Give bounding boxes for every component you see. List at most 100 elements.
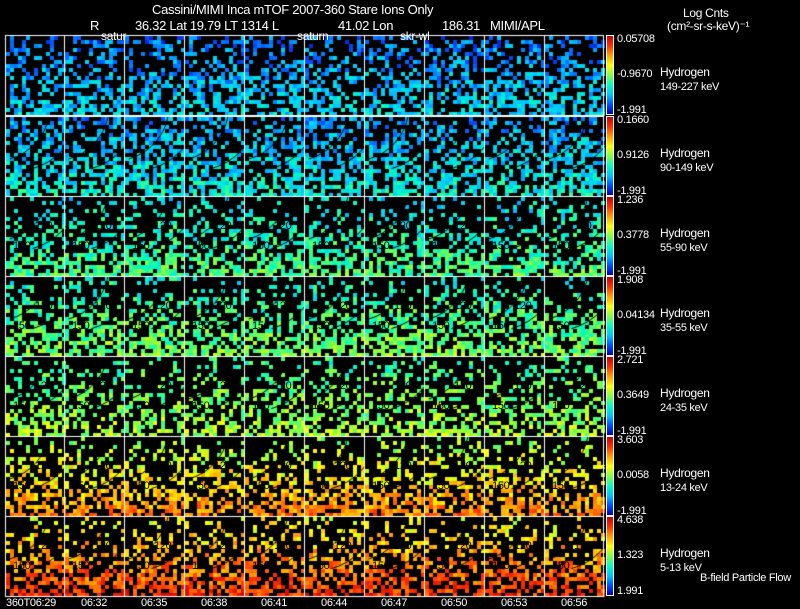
row-energy: 35-55 keV: [660, 322, 708, 334]
contour-label-150: 150: [72, 480, 90, 492]
colorbar-max: 2.721: [617, 354, 644, 366]
contour-label-120: 120: [214, 300, 232, 312]
contour-label-120: 120: [35, 300, 53, 312]
colorbar-max: 1.236: [617, 194, 644, 206]
contour-label-120: 120: [274, 300, 292, 312]
contour-label-150: 150: [132, 400, 150, 412]
contour-label-120: 120: [394, 300, 412, 312]
colorbar-mid: 0.04134: [617, 309, 655, 321]
contour-label-150: 150: [192, 480, 210, 492]
contour-label-120: 120: [454, 300, 472, 312]
contour-label-120: 120: [35, 220, 53, 232]
colorbar-max: 0.1660: [617, 114, 649, 126]
row-energy: 24-35 keV: [660, 402, 708, 414]
contour-label-150: 150: [72, 400, 90, 412]
contour-label-120: 120: [94, 220, 112, 232]
row-species: Hydrogen: [660, 146, 710, 160]
contour-label-150: 150: [192, 400, 210, 412]
colorbar-max: 3.603: [617, 434, 644, 446]
contour-label-150: 150: [492, 480, 510, 492]
contour-label-120: 120: [334, 300, 352, 312]
contour-label-120: 120: [574, 460, 592, 472]
colorbar: [606, 35, 614, 115]
contour-label-150: 150: [312, 560, 330, 572]
marker-satur: satur: [101, 29, 127, 43]
contour-label-150: 150: [72, 240, 90, 252]
contour-label-120: 120: [394, 380, 412, 392]
contour-label-120: 120: [94, 300, 112, 312]
x-tick-label: 06:47: [381, 597, 408, 609]
colorbar: [606, 516, 614, 596]
contour-label-120: 120: [514, 220, 532, 232]
contour-label-120: 120: [394, 540, 412, 552]
x-tick-label: 06:35: [141, 597, 168, 609]
contour-label-150: 150: [492, 240, 510, 252]
row-energy: 13-24 keV: [660, 482, 708, 494]
x-tick-label: 06:56: [561, 597, 588, 609]
lon-readout: 41.02 Lon: [338, 18, 394, 33]
contour-label-150: 150: [72, 560, 90, 572]
contour-label-150: 150: [432, 320, 450, 332]
row-energy: 149-227 keV: [660, 81, 720, 93]
colorbar: [606, 196, 614, 276]
contour-label-120: 120: [454, 220, 472, 232]
colorbar: [606, 116, 614, 196]
contour-label-120: 120: [334, 220, 352, 232]
row-energy: 5-13 keV: [660, 562, 702, 574]
contour-label-120: 120: [94, 540, 112, 552]
contour-label-120: 120: [35, 380, 53, 392]
colorbar-mid: 0.9126: [617, 149, 649, 161]
contour-label-150: 150: [132, 240, 150, 252]
source-label: MIMI/APL: [490, 18, 545, 33]
x-tick-label: 06:50: [441, 597, 468, 609]
x-tick-label: 360T06:29: [6, 597, 56, 609]
contour-label-150: 150: [552, 560, 570, 572]
contour-label-150: 150: [13, 320, 31, 332]
contour-label-120: 120: [454, 540, 472, 552]
contour-label-150: 150: [252, 480, 270, 492]
contour-label-150: 150: [552, 320, 570, 332]
contour-label-120: 120: [454, 380, 472, 392]
b-field-particle-flow-label: B-field Particle Flow: [700, 572, 791, 584]
x-tick-label: 06:44: [321, 597, 348, 609]
contour-label-150: 150: [13, 560, 31, 572]
colorbar-max: 0.05708: [617, 33, 655, 45]
units-line1: Log Cnts: [683, 6, 729, 20]
contour-label-150: 150: [13, 400, 31, 412]
inca-image-plot: Cassini/MIMI Inca mTOF 2007-360 Stare Io…: [0, 0, 800, 609]
contour-label-150: 150: [372, 320, 390, 332]
contour-label-150: 150: [552, 480, 570, 492]
contour-label-150: 150: [132, 320, 150, 332]
row-species: Hydrogen: [660, 546, 710, 560]
contour-label-120: 120: [394, 220, 412, 232]
contour-label-150: 150: [192, 560, 210, 572]
marker-saturn: saturn: [297, 29, 329, 43]
contour-label-120: 120: [154, 540, 172, 552]
contour-label-120: 120: [154, 300, 172, 312]
marker-skr-wl: skr-wl: [400, 29, 430, 43]
row-species: Hydrogen: [660, 306, 710, 320]
contour-label-150: 150: [372, 480, 390, 492]
contour-label-150: 150: [552, 400, 570, 412]
colorbar-mid: 0.0058: [617, 469, 649, 481]
contour-label-150: 150: [372, 400, 390, 412]
contour-label-150: 150: [132, 480, 150, 492]
contour-label-120: 120: [514, 300, 532, 312]
contour-label-150: 150: [552, 240, 570, 252]
colorbar-max: 1.908: [617, 274, 644, 286]
colorbar-max: 4.638: [617, 514, 644, 526]
x-tick-label: 06:38: [201, 597, 228, 609]
colorbar-min: 1.991: [617, 585, 644, 597]
plot-title: Cassini/MIMI Inca mTOF 2007-360 Stare Io…: [152, 2, 434, 17]
contour-label-120: 120: [574, 540, 592, 552]
contour-label-120: 120: [574, 380, 592, 392]
colorbar: [606, 356, 614, 436]
contour-label-150: 150: [252, 240, 270, 252]
contour-label-120: 120: [214, 540, 232, 552]
contour-label-120: 120: [35, 540, 53, 552]
colorbar: [606, 436, 614, 516]
contour-label-150: 150: [372, 560, 390, 572]
contour-label-150: 150: [312, 240, 330, 252]
contour-label-150: 150: [132, 560, 150, 572]
row-species: Hydrogen: [660, 386, 710, 400]
